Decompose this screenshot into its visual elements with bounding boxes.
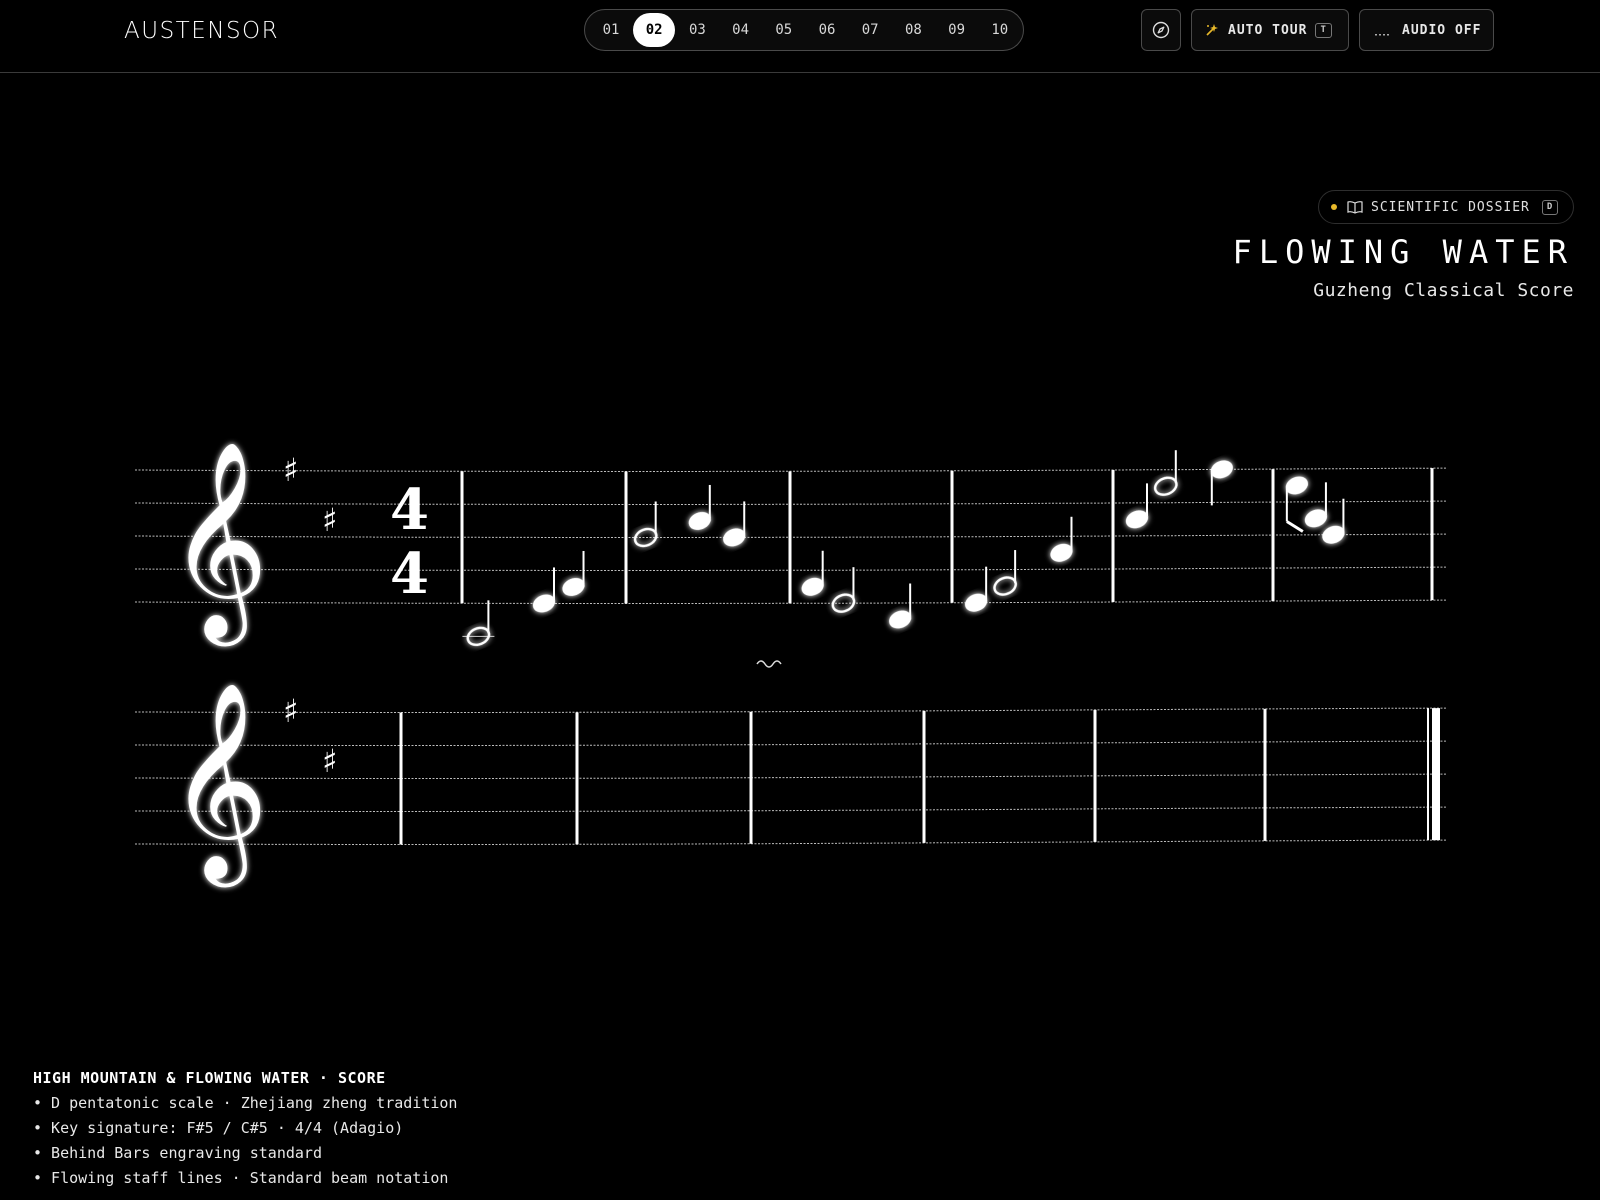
score-info-item: • Key signature: F#5 / C#5 · 4/4 (Adagio…	[33, 1119, 404, 1137]
note	[688, 484, 711, 530]
book-icon	[1347, 201, 1363, 214]
score-info-item: • D pentatonic scale · Zhejiang zheng tr…	[33, 1094, 458, 1112]
status-dot	[1331, 204, 1337, 210]
note	[462, 600, 495, 647]
scientific-dossier-button[interactable]: SCIENTIFIC DOSSIER D	[1318, 190, 1574, 224]
page-10[interactable]: 10	[980, 10, 1020, 50]
sharp-icon: ♯	[283, 692, 298, 730]
note	[993, 550, 1018, 596]
sharp-icon: ♯	[322, 501, 337, 539]
page-03[interactable]: 03	[677, 10, 717, 50]
page-selector: 01 02 03 04 05 06 07 08 09 10	[584, 9, 1024, 51]
dossier-shortcut: D	[1541, 199, 1559, 215]
sharp-icon: ♯	[283, 451, 298, 489]
staff-line	[135, 839, 1447, 845]
note	[801, 550, 824, 596]
treble-clef-icon: 𝄞	[168, 440, 268, 646]
time-signature-bottom: 4	[390, 541, 429, 607]
auto-tour-label: AUTO TOUR	[1228, 22, 1308, 38]
music-score: 𝄞 ♯ ♯ 44 𝄞 ♯ ♯	[135, 440, 1447, 887]
note	[1210, 460, 1233, 506]
note	[1125, 483, 1149, 529]
note	[965, 566, 988, 612]
note	[633, 501, 658, 548]
staff-upper: 𝄞 ♯ ♯ 44	[135, 440, 1447, 646]
auto-tour-shortcut: T	[1315, 22, 1332, 38]
audio-toggle-button[interactable]: AUDIO OFF	[1359, 9, 1494, 51]
staff-lower: 𝄞 ♯ ♯	[135, 660, 1447, 887]
score-info-item: • Behind Bars engraving standard	[33, 1144, 322, 1162]
page-subtitle: Guzheng Classical Score	[1313, 280, 1574, 301]
note	[562, 550, 585, 596]
compass-button[interactable]	[1141, 9, 1181, 51]
compass-icon	[1152, 21, 1170, 39]
staff-line	[135, 467, 1447, 472]
staff-line	[135, 707, 1447, 713]
note	[532, 567, 556, 613]
page-08[interactable]: 08	[893, 10, 933, 50]
top-bar: AUSTENSOR 01 02 03 04 05 06 07 08 09 10 AUTO TOUR…	[0, 0, 1600, 73]
page-07[interactable]: 07	[850, 10, 890, 50]
audio-label: AUDIO OFF	[1402, 22, 1482, 38]
page-06[interactable]: 06	[807, 10, 847, 50]
audio-wave-icon	[1375, 34, 1389, 36]
page-title: FLOWING WATER	[1232, 233, 1574, 271]
page-09[interactable]: 09	[937, 10, 977, 50]
note	[723, 501, 746, 547]
brand-logo[interactable]: AUSTENSOR	[124, 18, 279, 44]
ornament-icon	[756, 660, 782, 668]
note	[1050, 516, 1073, 562]
score-info-panel: HIGH MOUNTAIN & FLOWING WATER · SCORE • …	[33, 1066, 457, 1191]
score-info-item: • Flowing staff lines · Standard beam no…	[33, 1169, 449, 1187]
notes-layer	[462, 450, 1345, 647]
sharp-icon: ♯	[322, 742, 337, 780]
note	[1153, 450, 1178, 496]
page-05[interactable]: 05	[764, 10, 804, 50]
note	[889, 583, 912, 629]
note	[831, 567, 856, 613]
staff-line	[135, 806, 1447, 812]
dossier-label: SCIENTIFIC DOSSIER	[1371, 199, 1530, 215]
note-flag	[1286, 520, 1304, 533]
page-01[interactable]: 01	[591, 10, 631, 50]
note	[1285, 476, 1308, 522]
score-info-heading: HIGH MOUNTAIN & FLOWING WATER · SCORE	[33, 1069, 386, 1087]
treble-clef-icon: 𝄞	[168, 681, 268, 887]
auto-tour-button[interactable]: AUTO TOUR T	[1191, 9, 1349, 51]
page-04[interactable]: 04	[721, 10, 761, 50]
page-02[interactable]: 02	[633, 13, 676, 47]
final-barline-thick	[1432, 708, 1440, 841]
time-signature-top: 4	[390, 477, 429, 543]
sparkle-icon	[1206, 24, 1218, 36]
note	[1304, 482, 1328, 528]
